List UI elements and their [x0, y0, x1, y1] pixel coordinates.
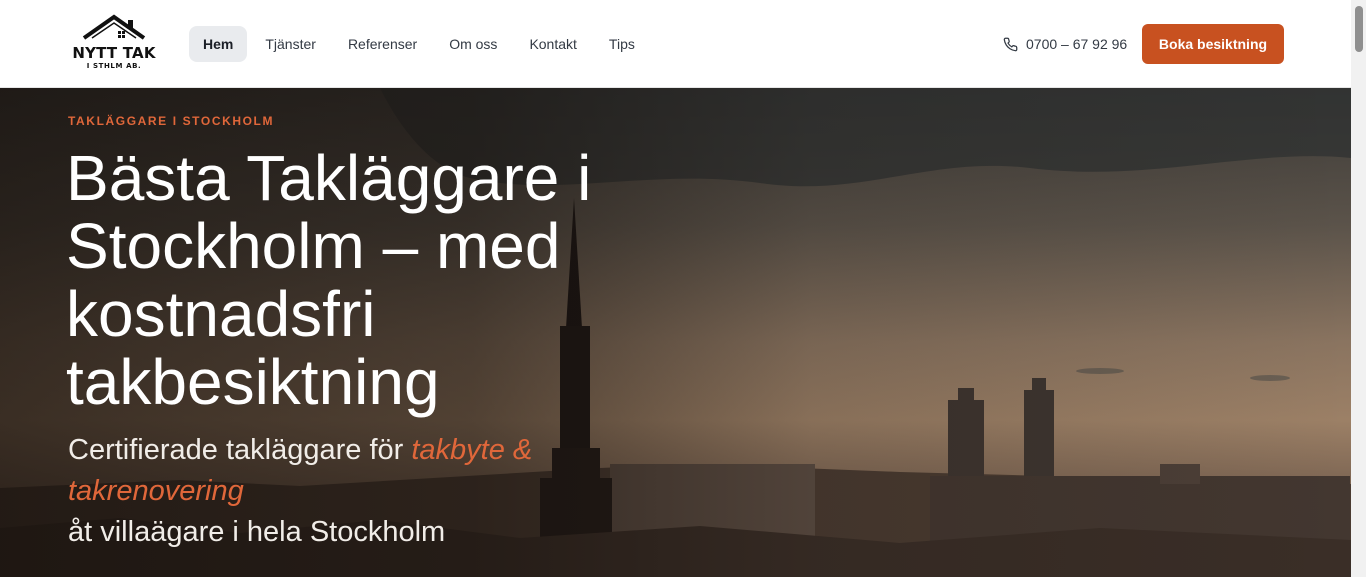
hero-subline: Certifierade takläggare för takbyte & ta… [68, 430, 628, 553]
hero-subline-prefix: Certifierade takläggare för [68, 434, 412, 466]
nav-item-hem[interactable]: Hem [189, 26, 248, 62]
phone-icon [1003, 37, 1018, 51]
nav-item-tjanster[interactable]: Tjänster [251, 26, 330, 62]
house-roof-icon [82, 14, 146, 40]
phone-link[interactable]: 0700 – 67 92 96 [1003, 35, 1127, 53]
nav-item-referenser[interactable]: Referenser [334, 26, 431, 62]
main-nav: Hem Tjänster Referenser Om oss Kontakt T… [189, 26, 653, 62]
scrollbar-thumb[interactable] [1355, 6, 1363, 52]
page-scrollbar[interactable] [1351, 0, 1366, 577]
nav-item-kontakt[interactable]: Kontakt [515, 26, 590, 62]
nav-item-om-oss[interactable]: Om oss [435, 26, 511, 62]
hero-section: TAKLÄGGARE I STOCKHOLM Bästa Takläggare … [0, 88, 1351, 577]
logo[interactable]: NYTT TAK I STHLM AB. [70, 14, 158, 74]
nav-item-tips[interactable]: Tips [595, 26, 649, 62]
site-header: NYTT TAK I STHLM AB. Hem Tjänster Refere… [0, 0, 1351, 88]
hero-eyebrow: TAKLÄGGARE I STOCKHOLM [68, 114, 275, 128]
phone-number: 0700 – 67 92 96 [1026, 36, 1128, 52]
hero-headline: Bästa Takläggare i Stockholm – med kostn… [66, 142, 592, 418]
logo-brand: NYTT TAK [72, 44, 156, 62]
hero-subline-suffix: åt villaägare i hela Stockholm [68, 516, 446, 548]
book-inspection-button[interactable]: Boka besiktning [1142, 24, 1284, 64]
logo-subtitle: I STHLM AB. [86, 62, 142, 70]
